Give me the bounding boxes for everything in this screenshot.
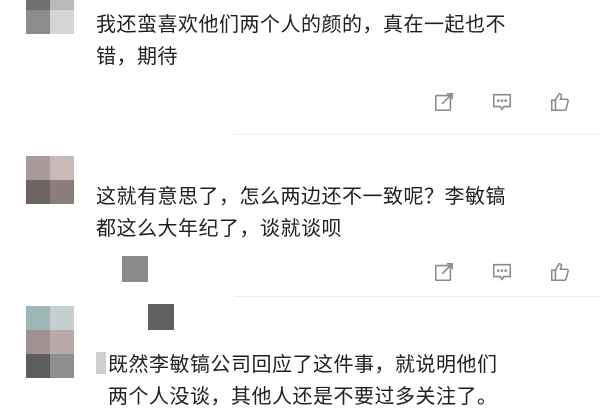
avatar-pixel <box>50 0 74 10</box>
avatar-pixel <box>50 156 74 180</box>
avatar-pixel <box>50 306 74 330</box>
comment-actions <box>430 88 574 116</box>
avatar-pixel <box>50 180 74 204</box>
avatar-pixel <box>26 330 50 354</box>
share-icon[interactable] <box>430 258 458 286</box>
censor-block <box>96 352 106 374</box>
divider <box>234 296 600 297</box>
divider <box>234 134 600 135</box>
avatar-pixel <box>26 0 50 10</box>
avatar[interactable] <box>26 156 74 204</box>
comment-icon[interactable] <box>488 258 516 286</box>
share-icon[interactable] <box>430 88 458 116</box>
comment-icon[interactable] <box>488 88 516 116</box>
avatar-pixel <box>26 180 50 204</box>
comment-text: 这就有意思了，怎么两边还不一致呢？李敏镐 都这么大年纪了，谈就谈呗 <box>96 184 506 240</box>
thumbs-up-icon[interactable] <box>546 88 574 116</box>
comment-actions <box>430 258 574 286</box>
avatar[interactable] <box>26 306 74 378</box>
thumbs-up-icon[interactable] <box>546 258 574 286</box>
avatar-pixel <box>26 156 50 180</box>
avatar[interactable] <box>26 0 74 34</box>
avatar-pixel <box>50 354 74 378</box>
avatar-pixel <box>26 306 50 330</box>
comment-text: 我还蛮喜欢他们两个人的颜的，真在一起也不 错，期待 <box>96 12 506 68</box>
censor-block <box>148 304 174 330</box>
avatar-pixel <box>50 10 74 34</box>
comment-text: 既然李敏镐公司回应了这件事，就说明他们 两个人没谈，其他人还是不要过多关注了。 <box>108 352 498 408</box>
avatar-pixel <box>26 10 50 34</box>
avatar-pixel <box>26 354 50 378</box>
censor-block <box>122 256 148 282</box>
avatar-pixel <box>50 330 74 354</box>
